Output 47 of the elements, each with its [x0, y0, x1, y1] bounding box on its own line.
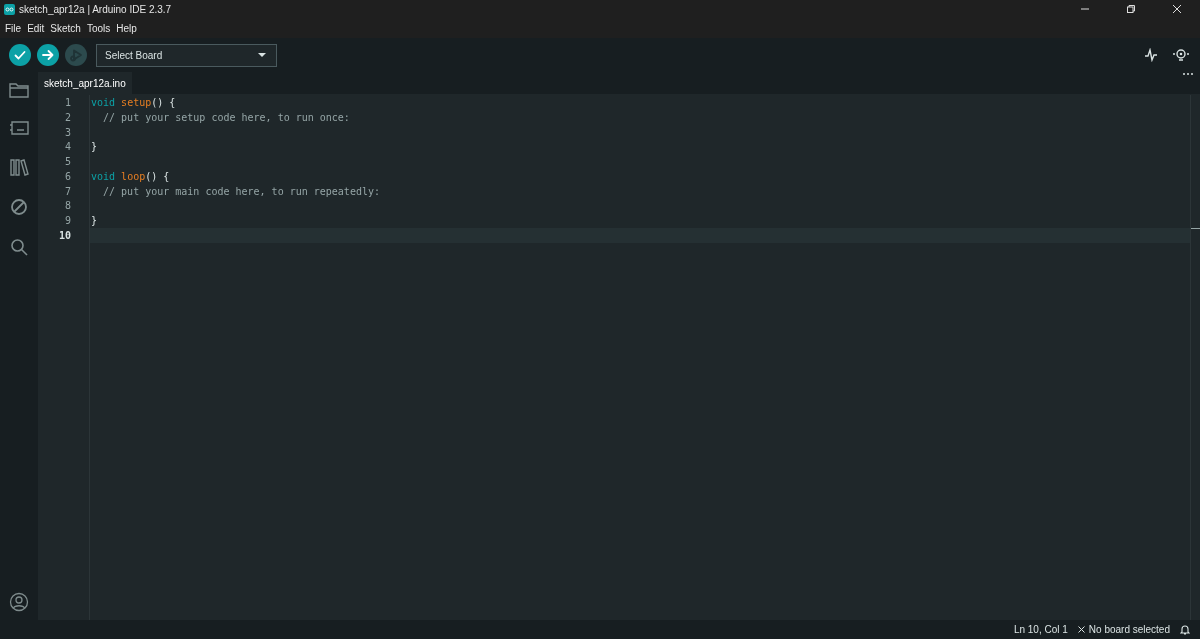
- close-icon: [1077, 626, 1085, 633]
- line-number: 2: [64, 110, 71, 125]
- line-number: 6: [64, 169, 71, 184]
- code-line: }: [91, 214, 98, 229]
- folder-icon[interactable]: [9, 82, 29, 98]
- line-number: 7: [64, 184, 71, 199]
- code-line: void loop() {: [91, 169, 170, 184]
- code-editor[interactable]: 1 2 3 4 5 6 7 8 9 10 void setup() { // put your setup code here, to run once: } void loop() { // put your main code here, to run repeatedly: }: [38, 94, 1200, 620]
- menu-item[interactable]: Sketch: [47, 20, 84, 36]
- library-icon[interactable]: [9, 158, 29, 176]
- close-icon: [1172, 4, 1182, 14]
- window-title: sketch_apr12a | Arduino IDE 2.3.7: [19, 2, 172, 17]
- verify-button[interactable]: [9, 44, 31, 66]
- cursor-position[interactable]: Ln 10, Col 1: [1013, 622, 1068, 637]
- menu-item[interactable]: Tools: [83, 20, 114, 36]
- serial-monitor-icon[interactable]: [1172, 48, 1190, 62]
- app-logo-icon: [4, 3, 15, 15]
- checkmark-icon: [13, 48, 27, 62]
- line-number: 9: [64, 214, 71, 229]
- bell-icon[interactable]: [1180, 624, 1190, 635]
- editor-tab[interactable]: sketch_apr12a.ino: [38, 72, 132, 94]
- scroll-marker: [1191, 228, 1200, 229]
- line-number: 1: [64, 95, 71, 110]
- board-icon[interactable]: [9, 120, 29, 136]
- line-number: 8: [64, 199, 71, 214]
- menu-item[interactable]: File: [2, 20, 25, 36]
- menu-item[interactable]: Edit: [24, 20, 48, 36]
- prohibited-icon[interactable]: [10, 198, 28, 216]
- line-number: 3: [64, 125, 71, 140]
- code-line: // put your setup code here, to run once:: [102, 110, 350, 125]
- code-line: void setup() {: [91, 95, 176, 110]
- search-icon[interactable]: [10, 238, 28, 256]
- caret-icon: [258, 52, 266, 58]
- play-bug-icon: [69, 48, 83, 62]
- restore-icon: [1126, 4, 1136, 14]
- line-number: 4: [64, 140, 71, 155]
- board-select[interactable]: Select Board: [96, 43, 277, 67]
- board-status[interactable]: No board selected: [1088, 622, 1170, 637]
- upload-button[interactable]: [37, 44, 59, 66]
- code-line: // put your main code here, to run repeatedly:: [102, 184, 380, 199]
- menu-item[interactable]: Help: [113, 20, 140, 36]
- line-number: 5: [64, 155, 71, 170]
- account-icon[interactable]: [9, 592, 29, 612]
- line-number: 10: [58, 229, 71, 244]
- arrow-icon: [41, 48, 55, 62]
- code-line: }: [91, 140, 98, 155]
- serial-plotter-icon[interactable]: [1144, 48, 1158, 62]
